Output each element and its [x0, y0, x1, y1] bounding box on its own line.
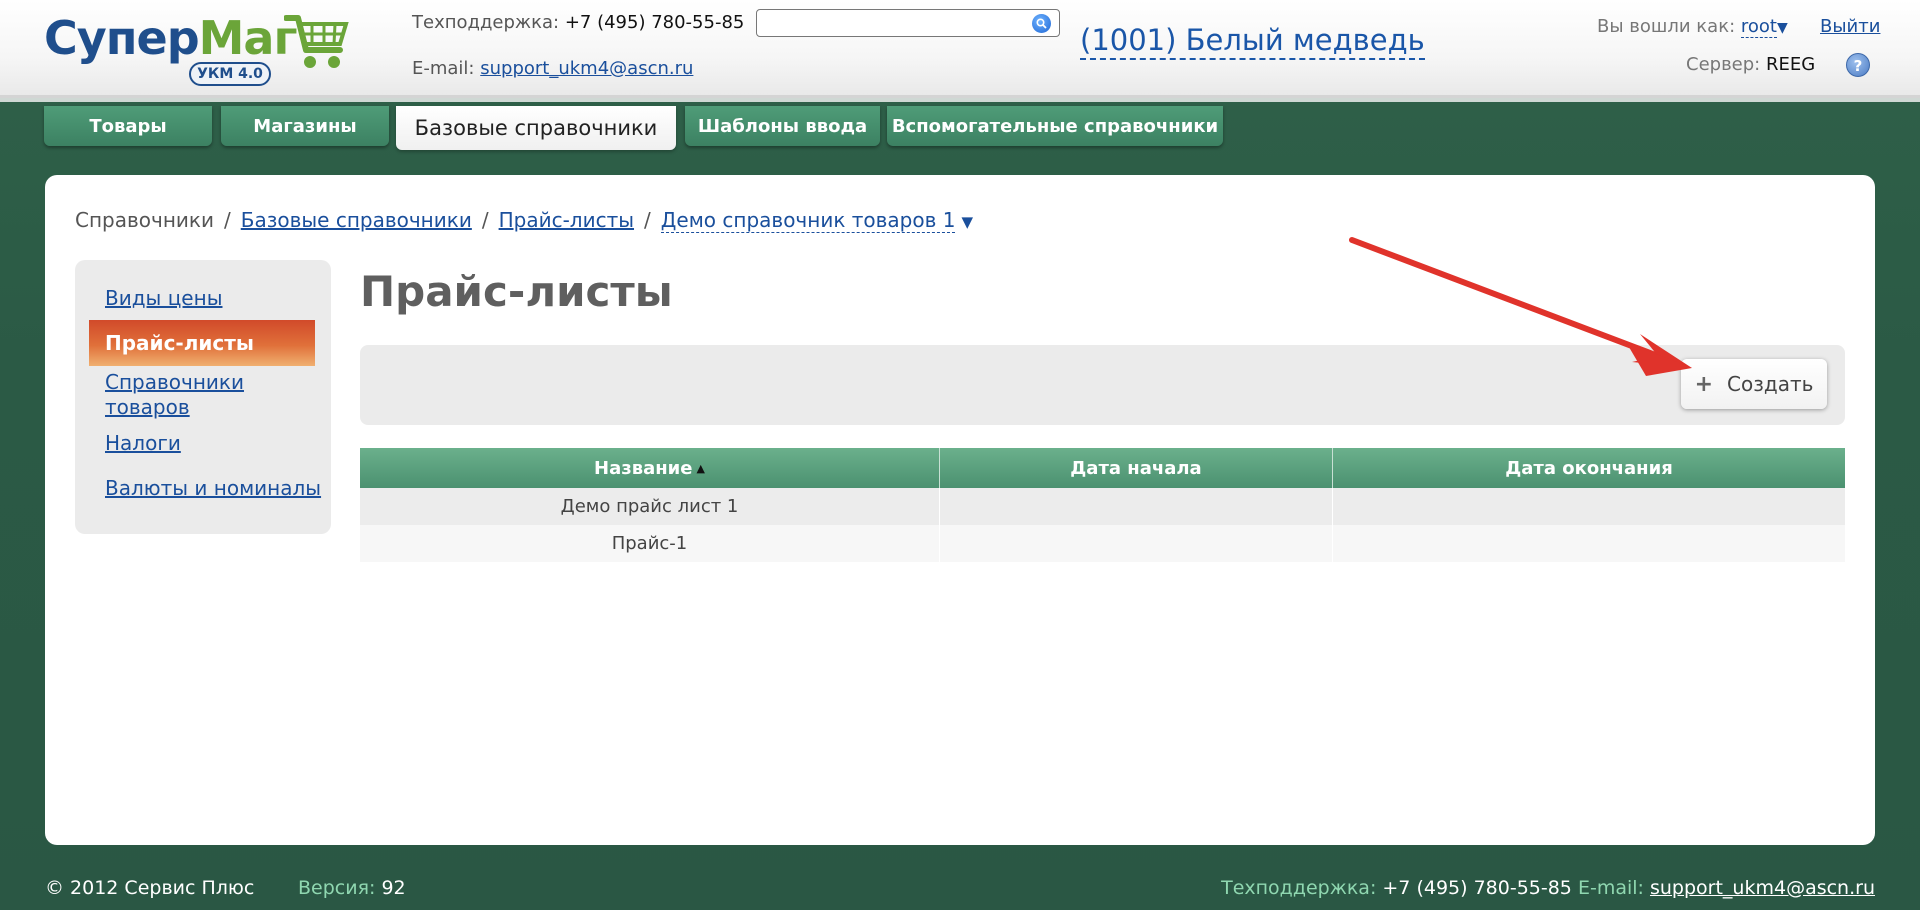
logo-badge: УКМ 4.0 — [189, 62, 271, 86]
search-icon[interactable] — [1032, 14, 1051, 33]
logo-text: СуперМаг — [44, 11, 298, 65]
footer-support: Техподдержка: +7 (495) 780-55-85 E-mail:… — [1221, 877, 1875, 899]
tab-stores[interactable]: Магазины — [221, 106, 389, 146]
breadcrumb-base-dictionaries[interactable]: Базовые справочники — [241, 208, 472, 232]
page-title: Прайс-листы — [360, 267, 673, 316]
breadcrumb-root: Справочники — [75, 208, 214, 232]
tab-goods[interactable]: Товары — [44, 106, 212, 146]
cell-name: Прайс-1 — [360, 525, 940, 562]
footer-version: Версия: 92 — [298, 877, 406, 899]
chevron-down-icon[interactable]: ▼ — [961, 213, 973, 231]
cell-start-date — [940, 488, 1333, 525]
help-icon[interactable]: ? — [1846, 53, 1870, 77]
price-list-table: Название ▲ Дата начала Дата окончания Дем… — [360, 448, 1845, 562]
cart-icon — [284, 15, 349, 68]
breadcrumb-dictionary-selector[interactable]: Демо справочник товаров 1 — [660, 208, 956, 233]
sidebar-item-taxes[interactable]: Налоги — [105, 431, 181, 456]
footer-email-link[interactable]: support_ukm4@ascn.ru — [1650, 877, 1875, 899]
sidebar-item-price-lists[interactable]: Прайс-листы — [89, 320, 315, 366]
store-selector[interactable]: (1001) Белый медведь — [1080, 22, 1425, 60]
login-info: Вы вошли как: root▼ — [1597, 16, 1788, 38]
annotation-arrow-icon — [1349, 237, 1692, 376]
header: СуперМаг УКМ 4.0 Техподдержка: +7 (495) … — [0, 0, 1920, 102]
column-header-start-date[interactable]: Дата начала — [940, 448, 1333, 488]
column-header-name[interactable]: Название ▲ — [360, 448, 940, 488]
chevron-down-icon[interactable]: ▼ — [1777, 20, 1788, 36]
cell-end-date — [1333, 525, 1845, 562]
logout-link[interactable]: Выйти — [1820, 16, 1880, 37]
tab-aux-dictionaries[interactable]: Вспомогательные справочники — [887, 106, 1223, 146]
support-email: E-mail: support_ukm4@ascn.ru — [412, 58, 694, 79]
breadcrumb-price-lists[interactable]: Прайс-листы — [499, 208, 634, 232]
support-email-link[interactable]: support_ukm4@ascn.ru — [480, 58, 693, 79]
sidebar-item-price-types[interactable]: Виды цены — [105, 286, 222, 311]
create-button[interactable]: + Создать — [1681, 359, 1827, 409]
logo[interactable]: СуперМаг УКМ 4.0 — [44, 10, 354, 88]
user-menu[interactable]: root — [1740, 16, 1777, 38]
table-row[interactable]: Демо прайс лист 1 — [360, 488, 1845, 525]
sidebar: Виды цены Прайс-листы Справочники товаро… — [75, 260, 331, 534]
column-header-end-date[interactable]: Дата окончания — [1333, 448, 1845, 488]
table-header: Название ▲ Дата начала Дата окончания — [360, 448, 1845, 488]
server-info: Сервер: REEG — [1686, 54, 1816, 75]
sidebar-item-currencies[interactable]: Валюты и номиналы — [105, 476, 321, 501]
cell-name: Демо прайс лист 1 — [360, 488, 940, 525]
support-phone: Техподдержка: +7 (495) 780-55-85 — [412, 12, 745, 33]
footer-copyright: © 2012 Сервис Плюс — [45, 877, 255, 899]
sidebar-item-product-dictionaries[interactable]: Справочники товаров — [105, 370, 285, 420]
tab-base-dictionaries[interactable]: Базовые справочники — [396, 106, 676, 150]
tab-input-templates[interactable]: Шаблоны ввода — [685, 106, 880, 146]
search-box — [756, 9, 1060, 37]
sort-asc-icon: ▲ — [696, 461, 705, 475]
search-input[interactable] — [763, 11, 1023, 35]
cell-end-date — [1333, 488, 1845, 525]
breadcrumb: Справочники / Базовые справочники / Прайс-ли… — [75, 208, 974, 233]
table-row[interactable]: Прайс-1 — [360, 525, 1845, 562]
cell-start-date — [940, 525, 1333, 562]
